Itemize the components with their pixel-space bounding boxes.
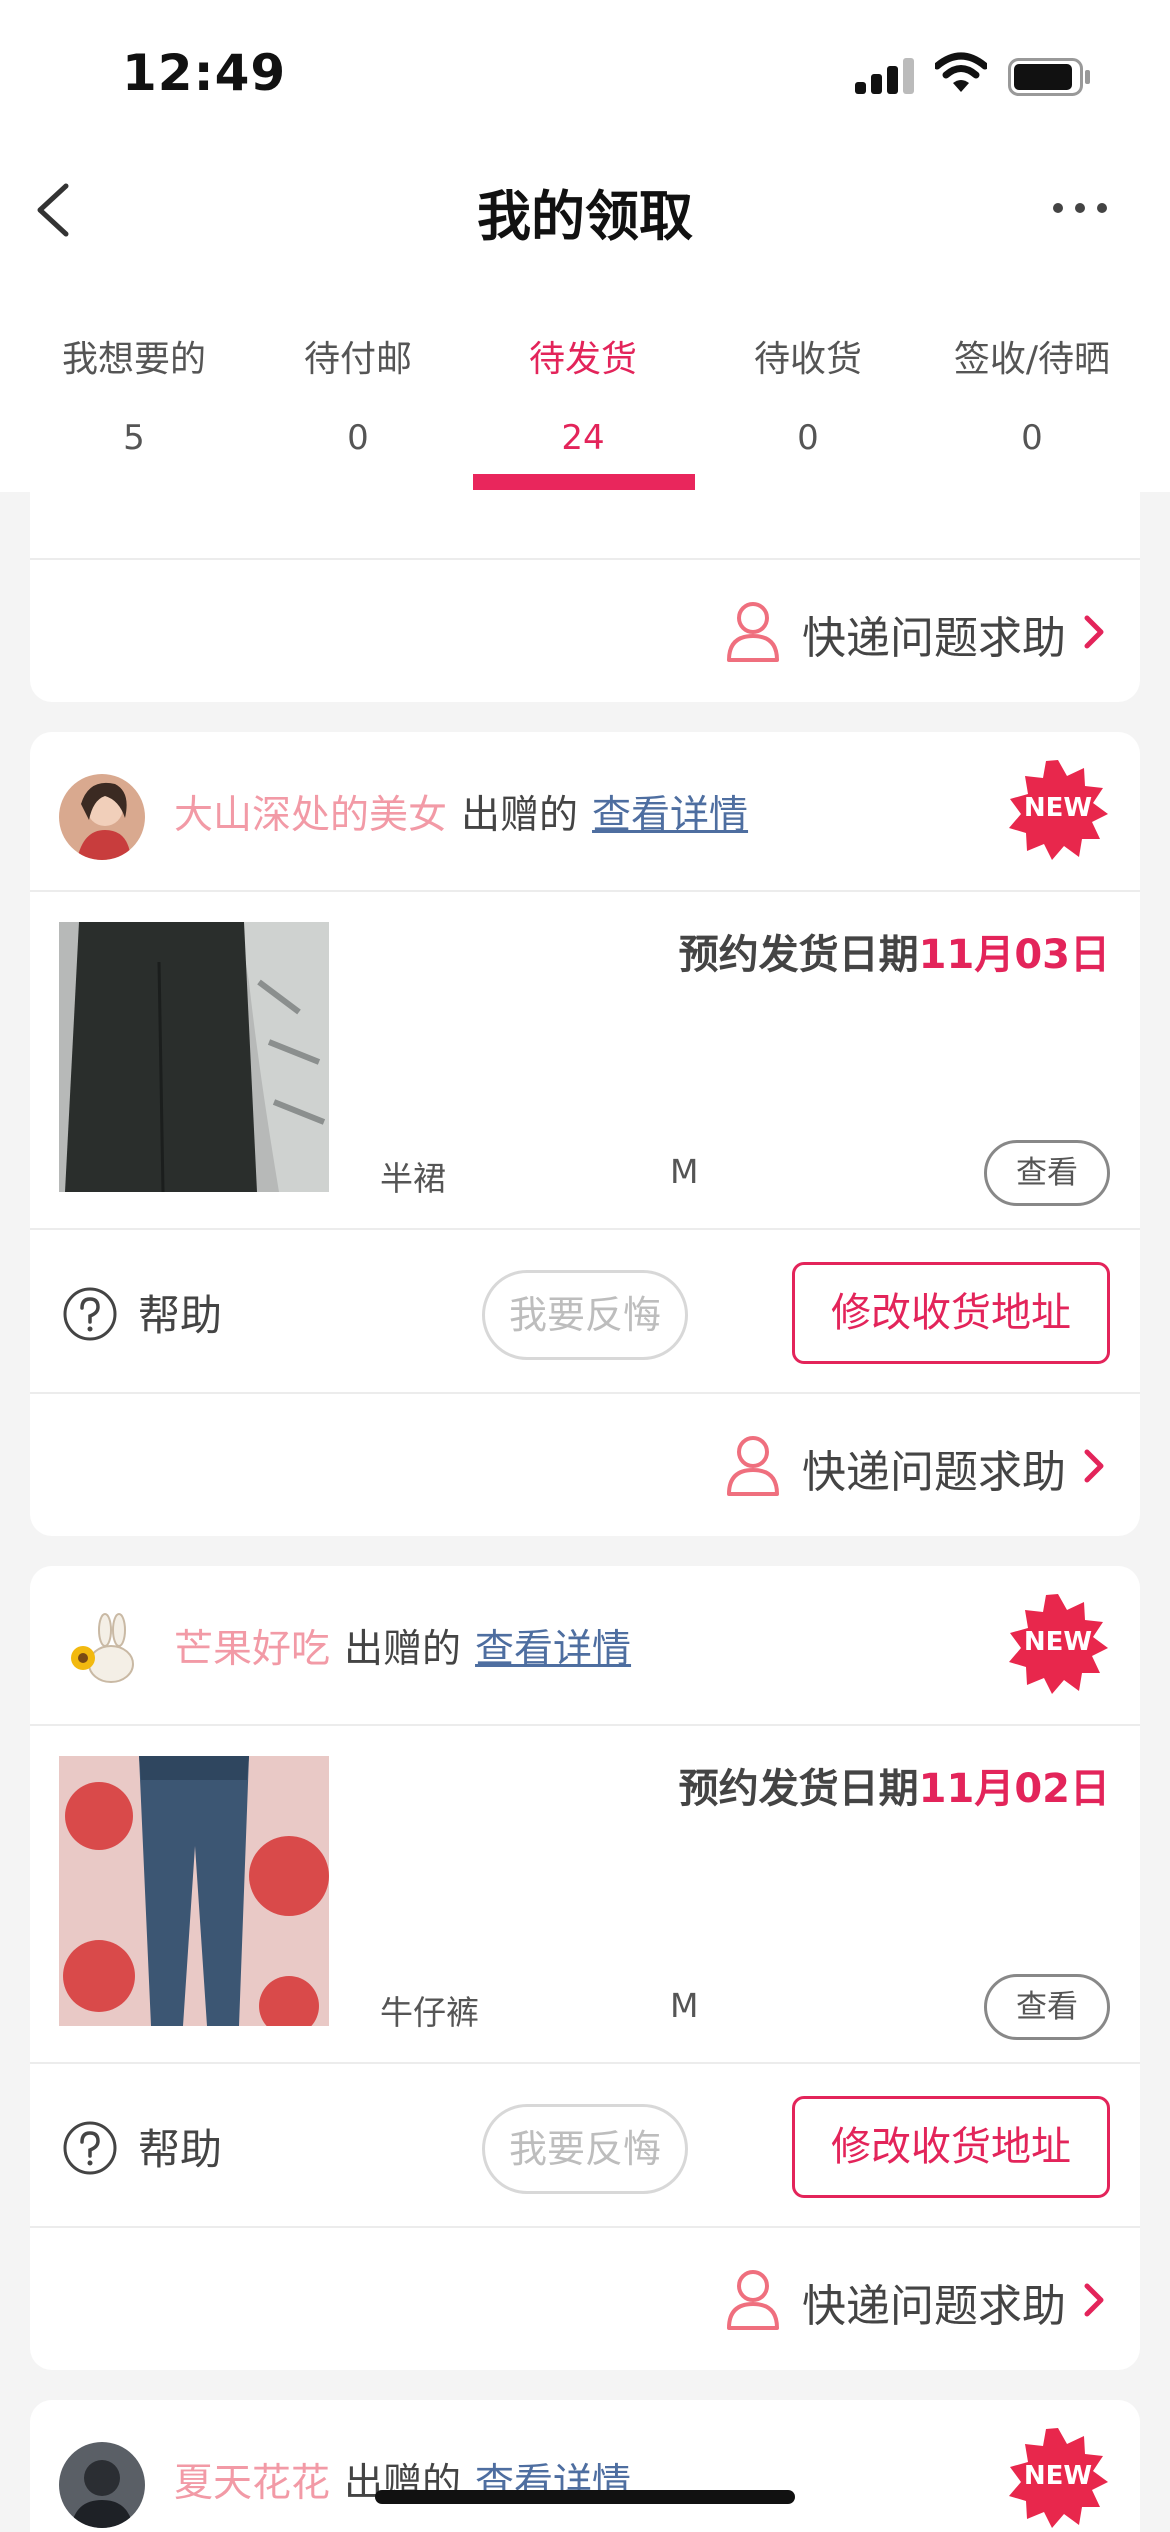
tab-label: 待发货 [528,339,637,380]
chevron-right-icon [1084,1449,1104,1483]
avatar[interactable] [59,1608,145,1694]
more-icon[interactable] [1052,198,1108,218]
ship-date: 预约发货日期11月02日 [679,1756,1110,1814]
ship-date-prefix: 预约发货日期 [678,932,919,978]
item-name: 半裙 [380,1159,446,1198]
avatar[interactable] [59,774,145,860]
actions-row: 帮助 我要反悔 修改收货地址 [30,1230,1140,1394]
chevron-right-icon [1084,615,1104,649]
product-image[interactable] [59,1756,329,2026]
ship-date: 预约发货日期11月03日 [679,922,1110,980]
express-help-row[interactable]: 快递问题求助 [30,560,1140,702]
giver-name[interactable]: 夏天花花 [174,2461,330,2506]
regret-button[interactable]: 我要反悔 [482,1270,688,1360]
tab-count: 0 [1021,418,1043,458]
chevron-right-icon [1084,2283,1104,2317]
ship-date-prefix: 预约发货日期 [678,1766,919,1812]
new-badge: NEW [1006,1592,1110,1696]
status-bar: 12:49 [0,0,1170,150]
express-help-row[interactable]: 快递问题求助 [30,2228,1140,2370]
gave-label: 出赠的 [461,793,579,838]
tab-count: 0 [347,418,369,458]
item-size: M [670,1152,699,1191]
tab-want[interactable]: 我想要的 5 [22,270,246,492]
giver-line: 芒果好吃 出赠的 查看详情 [174,1618,631,1674]
gave-label: 出赠的 [344,1627,462,1672]
person-icon [727,1436,779,1496]
view-details-link[interactable]: 查看详情 [475,1627,631,1672]
page-title: 我的领取 [477,185,693,248]
tab-count: 0 [797,418,819,458]
view-details-link[interactable]: 查看详情 [592,793,748,838]
cellular-signal-icon [855,58,915,94]
view-button[interactable]: 查看 [984,1974,1110,2040]
item-name: 牛仔裤 [380,1993,479,2032]
item-size: M [670,1986,699,2025]
help-label[interactable]: 帮助 [138,2116,222,2177]
wifi-icon [935,52,987,92]
new-badge: NEW [1006,758,1110,862]
order-card: 大山深处的美女 出赠的 查看详情 NEW 预约发货日期11月03日 半裙 M 查看 … [30,732,1140,1536]
divider [30,1724,1140,1726]
actions-row: 帮助 我要反悔 修改收货地址 [30,2064,1140,2228]
tab-label: 签收/待晒 [953,339,1111,380]
tab-pending-shipment[interactable]: 待发货 24 [471,270,695,492]
tab-label: 待收货 [753,339,862,380]
tab-count: 24 [561,418,605,458]
product-image[interactable] [59,922,329,1192]
new-badge-label: NEW [1023,1627,1093,1657]
help-label[interactable]: 帮助 [138,1282,222,1343]
battery-icon [1008,58,1090,96]
active-tab-indicator [473,474,695,490]
status-time: 12:49 [122,44,287,102]
giver-name[interactable]: 芒果好吃 [174,1627,330,1672]
tab-signed-review[interactable]: 签收/待晒 0 [920,270,1144,492]
new-badge-label: NEW [1023,2461,1093,2491]
nav-header: 我的领取 [0,150,1170,270]
new-badge: NEW [1006,2426,1110,2530]
tab-count: 5 [123,418,145,458]
tab-pending-postage[interactable]: 待付邮 0 [246,270,470,492]
modify-address-button[interactable]: 修改收货地址 [792,1262,1110,1364]
tab-label: 我想要的 [61,339,206,380]
express-help-label: 快递问题求助 [802,1447,1066,1498]
express-help-row[interactable]: 快递问题求助 [30,1394,1140,1536]
modify-address-button[interactable]: 修改收货地址 [792,2096,1110,2198]
ship-date-value: 11月03日 [918,932,1110,978]
view-button[interactable]: 查看 [984,1140,1110,1206]
ship-date-value: 11月02日 [918,1766,1110,1812]
avatar[interactable] [59,2442,145,2528]
order-card: 芒果好吃 出赠的 查看详情 NEW 预约发货日期11月02日 牛仔裤 M 查看 帮助… [30,1566,1140,2370]
divider [30,890,1140,892]
express-help-label: 快递问题求助 [802,613,1066,664]
tab-label: 待付邮 [303,339,412,380]
person-icon [727,2270,779,2330]
giver-line: 大山深处的美女 出赠的 查看详情 [174,784,748,840]
order-card: 夏天花花 出赠的 查看详情 NEW [30,2400,1140,2532]
giver-name[interactable]: 大山深处的美女 [174,793,447,838]
home-indicator[interactable] [375,2490,795,2504]
person-icon [727,602,779,662]
help-icon[interactable] [62,1286,118,1342]
express-help-label: 快递问题求助 [802,2281,1066,2332]
regret-button[interactable]: 我要反悔 [482,2104,688,2194]
order-status-tabs: 我想要的 5 待付邮 0 待发货 24 待收货 0 签收/待晒 0 [0,270,1170,492]
new-badge-label: NEW [1023,793,1093,823]
tab-pending-receipt[interactable]: 待收货 0 [696,270,920,492]
help-icon[interactable] [62,2120,118,2176]
